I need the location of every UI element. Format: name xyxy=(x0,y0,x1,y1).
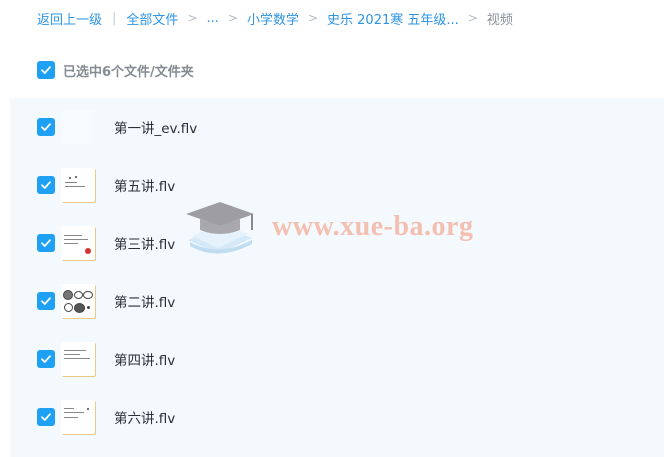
check-icon xyxy=(41,355,51,363)
file-row[interactable]: 第四讲.flv xyxy=(37,339,175,379)
watermark-text: www.xue-ba.org xyxy=(272,211,474,242)
breadcrumb-current: 视频 xyxy=(486,12,513,28)
select-all-checkbox[interactable] xyxy=(37,61,55,79)
file-row[interactable]: 第二讲.flv xyxy=(37,281,175,321)
video-thumbnail xyxy=(61,400,95,434)
file-checkbox[interactable] xyxy=(37,408,55,426)
file-name[interactable]: 第二讲.flv xyxy=(114,291,175,311)
check-icon xyxy=(41,413,51,421)
file-name[interactable]: 第五讲.flv xyxy=(114,175,175,195)
file-checkbox[interactable] xyxy=(37,118,55,136)
file-row[interactable]: 第五讲.flv xyxy=(37,165,175,205)
selection-count-label: 已选中6个文件/文件夹 xyxy=(63,64,194,80)
video-thumbnail xyxy=(61,226,95,260)
check-icon xyxy=(41,66,51,74)
file-checkbox[interactable] xyxy=(37,292,55,310)
file-row[interactable]: 第六讲.flv xyxy=(37,397,175,437)
file-name[interactable]: 第六讲.flv xyxy=(114,407,175,427)
video-thumbnail xyxy=(61,168,95,202)
file-checkbox[interactable] xyxy=(37,234,55,252)
file-row[interactable]: 第三讲.flv xyxy=(37,223,175,263)
file-name[interactable]: 第三讲.flv xyxy=(114,233,175,253)
video-thumbnail xyxy=(61,284,95,318)
video-thumbnail xyxy=(61,110,95,144)
breadcrumb-level-2[interactable]: 史乐 2021寒 五年级... xyxy=(327,9,459,28)
back-link[interactable]: 返回上一级 xyxy=(37,9,102,28)
select-all-row: 已选中6个文件/文件夹 xyxy=(37,60,194,80)
file-checkbox[interactable] xyxy=(37,350,55,368)
check-icon xyxy=(41,123,51,131)
chevron-right-icon: > xyxy=(467,11,478,25)
video-thumbnail xyxy=(61,342,95,376)
check-icon xyxy=(41,297,51,305)
chevron-right-icon: > xyxy=(187,11,198,25)
breadcrumb-ellipsis[interactable]: ... xyxy=(206,11,218,26)
chevron-right-icon: > xyxy=(227,11,238,25)
chevron-right-icon: > xyxy=(307,11,319,25)
breadcrumb-level-1[interactable]: 小学数学 xyxy=(247,9,299,28)
breadcrumb-all-files[interactable]: 全部文件 xyxy=(126,9,178,28)
graduation-cap-icon xyxy=(186,202,254,254)
watermark: www.xue-ba.org xyxy=(182,196,473,258)
file-row[interactable]: 第一讲_ev.flv xyxy=(37,107,197,147)
breadcrumb: 返回上一级 | 全部文件 > ... > 小学数学 > 史乐 2021寒 五年级… xyxy=(37,8,513,28)
file-name[interactable]: 第四讲.flv xyxy=(114,349,175,369)
breadcrumb-divider: | xyxy=(112,10,117,26)
file-checkbox[interactable] xyxy=(37,176,55,194)
file-name[interactable]: 第一讲_ev.flv xyxy=(114,117,197,137)
check-icon xyxy=(41,239,51,247)
check-icon xyxy=(41,181,51,189)
